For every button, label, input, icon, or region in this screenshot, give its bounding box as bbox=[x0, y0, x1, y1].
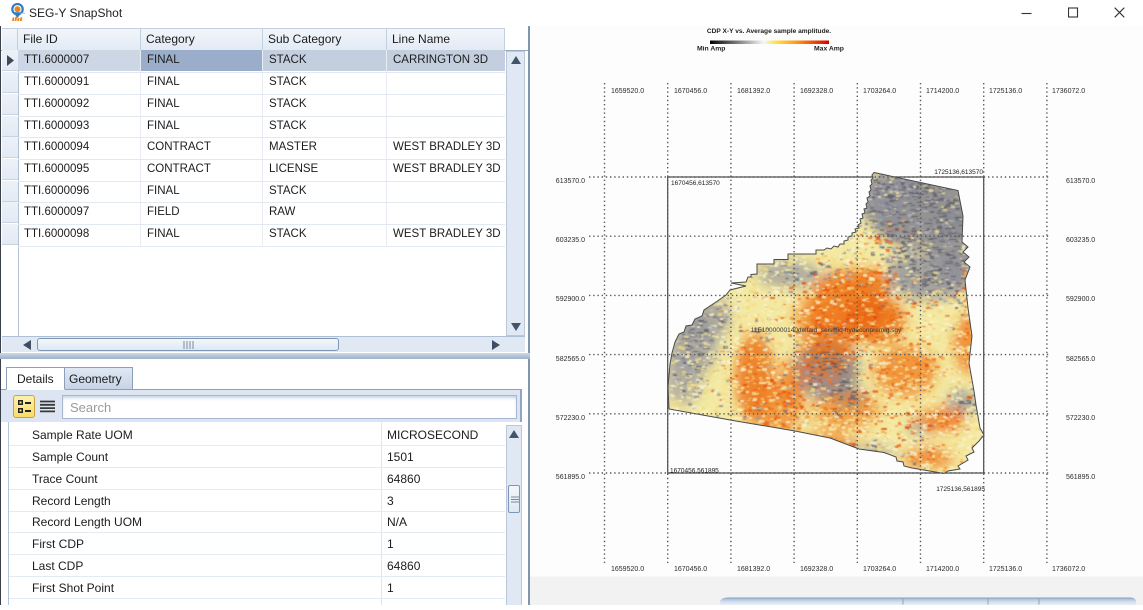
svg-text:603235.0: 603235.0 bbox=[1066, 237, 1095, 244]
svg-text:603235.0: 603235.0 bbox=[556, 237, 585, 244]
svg-text:1659520.0: 1659520.0 bbox=[611, 88, 644, 95]
svg-text:1725136,613570: 1725136,613570 bbox=[934, 169, 983, 176]
svg-text:CDP X-Y vs. Average sample amp: CDP X-Y vs. Average sample amplitude. bbox=[707, 28, 831, 35]
svg-text:1736072.0: 1736072.0 bbox=[1052, 88, 1085, 95]
svg-text:1670456.0: 1670456.0 bbox=[674, 88, 707, 95]
svg-text:572230.0: 572230.0 bbox=[1066, 415, 1095, 422]
svg-text:1725136,561895: 1725136,561895 bbox=[936, 486, 985, 493]
svg-text:1736072.0: 1736072.0 bbox=[1052, 566, 1085, 573]
svg-text:1725136.0: 1725136.0 bbox=[989, 566, 1022, 573]
svg-text:572230.0: 572230.0 bbox=[556, 415, 585, 422]
svg-text:1703264.0: 1703264.0 bbox=[863, 88, 896, 95]
svg-text:Min Amp: Min Amp bbox=[697, 46, 725, 53]
svg-text:1725136.0: 1725136.0 bbox=[989, 88, 1022, 95]
svg-text:561895.0: 561895.0 bbox=[556, 474, 585, 481]
svg-text:561895.0: 561895.0 bbox=[1066, 474, 1095, 481]
svg-text:613570.0: 613570.0 bbox=[1066, 178, 1095, 185]
svg-text:1670456,561895: 1670456,561895 bbox=[670, 468, 719, 475]
svg-text:1714200.0: 1714200.0 bbox=[926, 88, 959, 95]
svg-text:1692328.0: 1692328.0 bbox=[800, 566, 833, 573]
svg-text:Max Amp: Max Amp bbox=[814, 46, 844, 53]
svg-text:582565.0: 582565.0 bbox=[1066, 356, 1095, 363]
svg-text:1692328.0: 1692328.0 bbox=[800, 88, 833, 95]
svg-text:1670456.0: 1670456.0 bbox=[674, 566, 707, 573]
svg-text:1670456,613570: 1670456,613570 bbox=[671, 180, 720, 187]
svg-text:1681392.0: 1681392.0 bbox=[737, 566, 770, 573]
svg-text:1714200.0: 1714200.0 bbox=[926, 566, 959, 573]
svg-text:582565.0: 582565.0 bbox=[556, 356, 585, 363]
svg-text:592900.0: 592900.0 bbox=[556, 296, 585, 303]
svg-text:11E1000000140deltaid_seismiq-h: 11E1000000140deltaid_seismiq-hydeconprem… bbox=[751, 327, 902, 334]
svg-text:1681392.0: 1681392.0 bbox=[737, 88, 770, 95]
svg-text:613570.0: 613570.0 bbox=[556, 178, 585, 185]
svg-text:1703264.0: 1703264.0 bbox=[863, 566, 896, 573]
svg-text:1659520.0: 1659520.0 bbox=[611, 566, 644, 573]
svg-text:592900.0: 592900.0 bbox=[1066, 296, 1095, 303]
